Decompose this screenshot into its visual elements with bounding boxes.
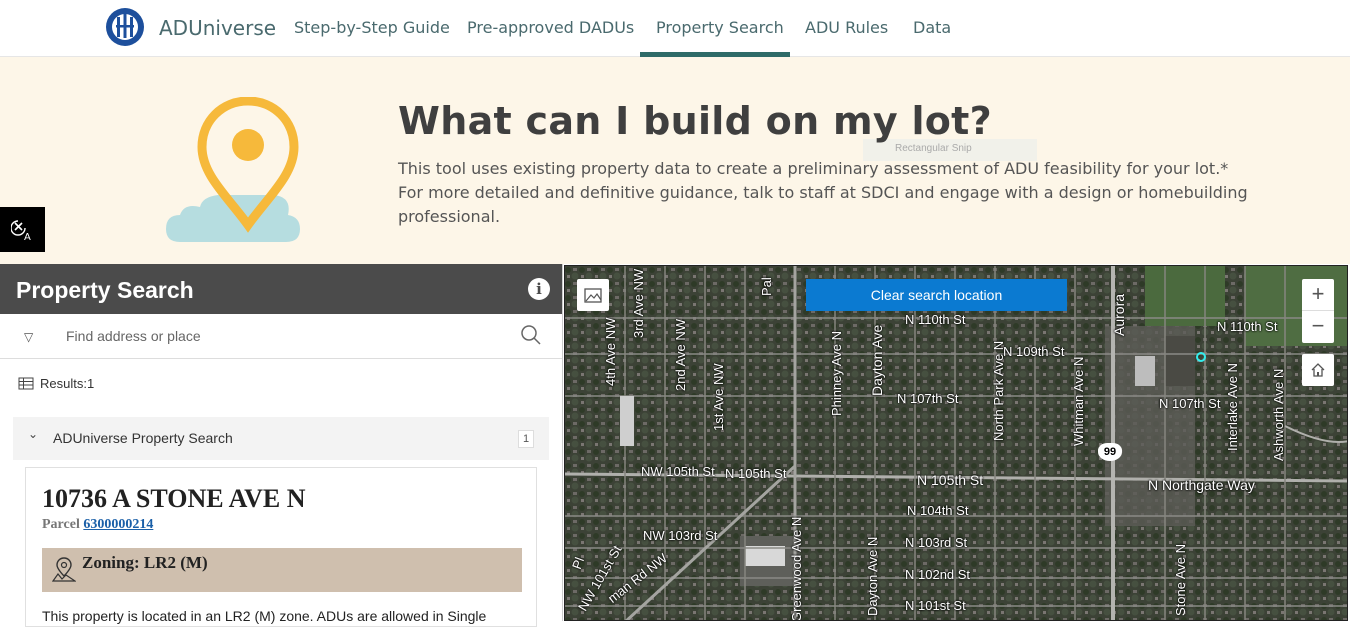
map-label-2nd-ave-nw: 2nd Ave NW [673,318,688,391]
results-count: Results:1 [40,376,95,391]
map-label-phinney-ave-n: Phinney Ave N [829,330,844,416]
page-title: What can I build on my lot? [398,99,992,143]
table-icon [18,377,34,390]
property-address: 10736 A STONE AVE N [42,484,306,513]
home-icon [1311,363,1325,377]
map-view[interactable]: 3rd Ave NW 4th Ave NW 2nd Ave NW 1st Ave… [564,265,1348,621]
clear-search-location-button[interactable]: Clear search location [806,279,1067,311]
map-label-4th-ave-nw: 4th Ave NW [603,317,618,386]
map-label-n-102nd-st: N 102nd St [905,567,971,582]
result-group-count: 1 [518,430,534,448]
map-label-n-107th-st: N 107th St [897,391,959,406]
property-search-panel: Property Search i ▽ Results:1 ⌄ ADUniver… [0,264,563,627]
map-label-dayton-ave: Dayton Ave [869,324,885,396]
top-navigation: ADUniverse Step-by-Step Guide Pre-approv… [0,0,1350,57]
map-label-greenwood-ave-n: Greenwood Ave N [789,516,804,621]
nav-property-search[interactable]: Property Search [656,18,784,37]
result-group-title: ADUniverse Property Search [53,430,233,446]
search-bar: ▽ [0,314,562,359]
map-label-nw-103rd-st: NW 103rd St [643,528,718,543]
zoom-in-button[interactable]: + [1302,279,1334,311]
home-button[interactable] [1302,354,1334,386]
nav-adu-rules[interactable]: ADU Rules [805,18,888,37]
map-label-n-110th-st: N 110th St [905,312,966,327]
parcel-label: Parcel [42,517,80,532]
location-marker[interactable] [1196,352,1206,362]
info-icon[interactable]: i [528,278,550,300]
map-label-n-104th-st: N 104th St [907,503,969,518]
map-label-ashworth-ave-n: Ashworth Ave N [1271,368,1286,461]
map-label-n-107th-st-east: N 107th St [1159,396,1221,411]
hero-banner: Rectangular Snip What can I build on my … [0,57,1350,264]
map-label-interlake-ave-n: Interlake Ave N [1225,363,1240,451]
nav-pre-approved-dadus[interactable]: Pre-approved DADUs [467,18,634,37]
map-label-pal: Pal [759,277,774,296]
accessibility-icon: A [10,219,31,241]
panel-header: Property Search i [0,264,562,314]
nav-data[interactable]: Data [913,18,951,37]
map-label-n-northgate-way: N Northgate Way [1148,477,1255,493]
search-source-dropdown-icon[interactable]: ▽ [24,330,33,344]
zoning-description: This property is located in an LR2 (M) z… [42,608,487,624]
map-label-north-park-ave-n: North Park Ave N [991,340,1006,441]
search-icon[interactable] [520,324,542,346]
parcel-info: Parcel 6300000214 [42,517,153,533]
map-label-dayton-ave-n: Dayton Ave N [865,536,880,616]
route-99-shield: 99 [1098,443,1122,461]
hero-description: This tool uses existing property data to… [398,159,1248,226]
basemap-toggle-button[interactable] [577,279,609,311]
map-label-stone-ave-n: Stone Ave N [1173,543,1188,616]
svg-text:A: A [24,232,31,241]
map-label-1st-ave-nw: 1st Ave NW [711,363,726,431]
map-label-aurora: Aurora [1111,293,1127,336]
result-group-header[interactable]: ⌄ ADUniverse Property Search 1 [13,417,549,460]
seattle-logo-icon[interactable] [104,6,146,48]
zoning-label: Zoning: LR2 (M) [82,553,208,572]
zoning-banner: Zoning: LR2 (M) [42,548,522,592]
map-label-n-101st-st: N 101st St [905,598,966,613]
results-summary: Results:1 [18,376,94,391]
chevron-down-icon[interactable]: ⌄ [28,427,38,441]
panel-title: Property Search [16,277,194,303]
map-label-n-105th-st-west: N 105th St [725,466,787,481]
map-pin-terrain-icon [52,557,76,582]
search-input[interactable] [66,322,496,350]
nav-step-by-step-guide[interactable]: Step-by-Step Guide [294,18,450,37]
image-icon [584,287,602,303]
zoom-controls: + − [1302,279,1334,343]
map-label-3rd-ave-nw: 3rd Ave NW [631,268,646,338]
property-result-card: 10736 A STONE AVE N Parcel 6300000214 Zo… [25,467,537,627]
map-label-n-110th-st-east: N 110th St [1217,319,1278,334]
zoom-out-button[interactable]: − [1302,311,1334,343]
map-label-n-109th-st: N 109th St [1003,344,1065,359]
map-label-nw-105th-st: NW 105th St [641,464,715,479]
location-pin-illustration-icon [166,97,300,242]
map-label-n-103rd-st: N 103rd St [905,535,968,550]
parcel-number-link[interactable]: 6300000214 [83,517,153,532]
map-label-whitman-ave-n: Whitman Ave N [1071,356,1086,446]
map-label-n-105th-st: N 105th St [917,472,984,488]
brand-name[interactable]: ADUniverse [159,16,276,40]
accessibility-toggle-button[interactable]: A [0,207,45,252]
